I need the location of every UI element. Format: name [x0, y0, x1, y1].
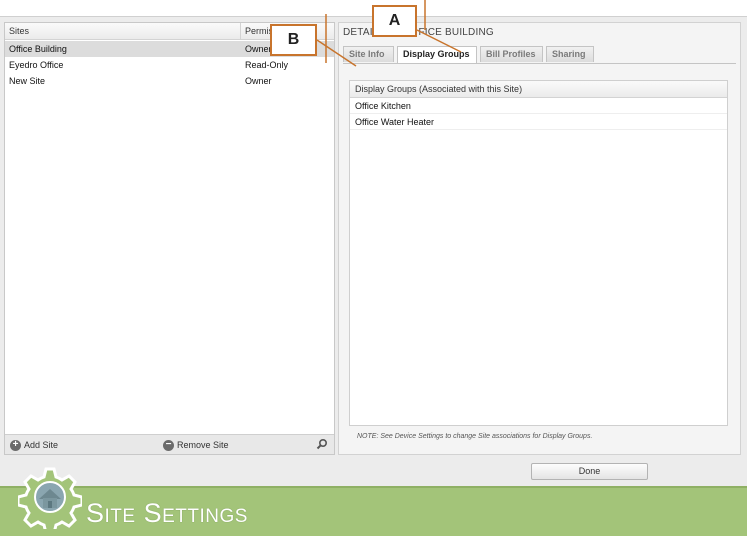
detail-title-right: FICE BUILDING	[418, 27, 494, 38]
remove-site-label: Remove Site	[177, 440, 229, 450]
minus-icon: −	[163, 440, 174, 452]
site-permission: Read-Only	[245, 60, 289, 70]
display-groups-header: Display Groups (Associated with this Sit…	[350, 81, 727, 98]
tab-sharing[interactable]: Sharing	[546, 46, 594, 62]
display-groups-note: NOTE: See Device Settings to change Site…	[357, 433, 593, 440]
site-name: New Site	[9, 76, 46, 86]
site-detail-panel: DETAIL FICE BUILDING Site Info Display Gr…	[338, 22, 741, 455]
done-button[interactable]: Done	[531, 463, 648, 480]
banner-title: Site Settings	[86, 498, 248, 528]
site-row-eyedro-office[interactable]: Eyedro Office Read-Only	[5, 57, 334, 73]
search-icon[interactable]	[316, 438, 328, 450]
tab-bill-profiles[interactable]: Bill Profiles	[480, 46, 543, 62]
sites-footer-toolbar: + Add Site − Remove Site	[5, 434, 334, 454]
column-header-sites[interactable]: Sites	[5, 23, 241, 40]
site-settings-banner: Site Settings	[0, 486, 747, 536]
site-permission: Owner	[245, 44, 272, 54]
sites-panel: Sites Permis Office Building Owner Eyedr…	[4, 22, 335, 455]
display-groups-tab-content: Display Groups (Associated with this Sit…	[343, 63, 736, 449]
add-site-label: Add Site	[24, 440, 59, 450]
site-name: Office Building	[9, 44, 67, 54]
site-permission: Owner	[245, 76, 272, 86]
site-name: Eyedro Office	[9, 60, 64, 70]
tab-display-groups[interactable]: Display Groups	[397, 46, 477, 63]
add-site-button[interactable]: + Add Site	[10, 438, 58, 452]
plus-icon: +	[10, 440, 21, 452]
site-settings-dialog: Sites Permis Office Building Owner Eyedr…	[0, 16, 747, 486]
annotation-callout-b: B	[270, 24, 317, 56]
detail-title: DETAIL FICE BUILDING	[343, 27, 494, 38]
site-row-new-site[interactable]: New Site Owner	[5, 73, 334, 89]
gear-icon	[18, 467, 82, 529]
display-groups-table: Display Groups (Associated with this Sit…	[349, 80, 728, 426]
display-group-row[interactable]: Office Kitchen	[350, 98, 727, 114]
remove-site-button[interactable]: − Remove Site	[163, 438, 229, 452]
annotation-callout-a: A	[372, 5, 417, 37]
display-group-row[interactable]: Office Water Heater	[350, 114, 727, 130]
tab-site-info[interactable]: Site Info	[343, 46, 394, 62]
